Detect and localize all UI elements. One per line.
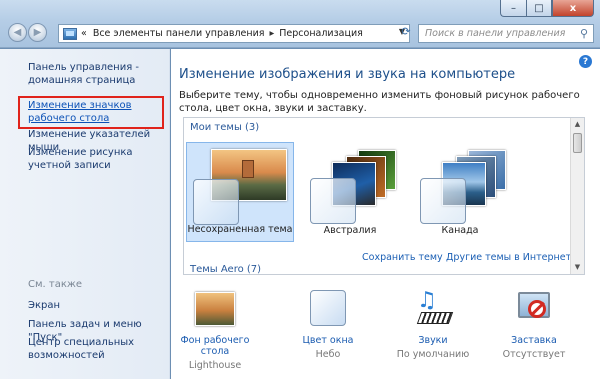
setting-name: Фон рабочего стола bbox=[180, 335, 250, 357]
setting-value: Небо bbox=[315, 349, 341, 360]
arrow-left-icon: ◀ bbox=[13, 27, 22, 38]
forward-button[interactable]: ▶ bbox=[28, 23, 47, 42]
control-panel-icon bbox=[63, 27, 77, 40]
theme-unsaved[interactable]: Несохраненная тема bbox=[186, 142, 294, 242]
setting-name: Звуки bbox=[418, 335, 448, 346]
left-pane: Панель управления - домашняя страница Из… bbox=[0, 49, 170, 379]
group-aero-themes[interactable]: Темы Aero (7) bbox=[190, 264, 261, 274]
back-button[interactable]: ◀ bbox=[8, 23, 27, 42]
scroll-up-icon[interactable]: ▲ bbox=[571, 118, 584, 131]
window-color-icon bbox=[306, 290, 350, 328]
page-title: Изменение изображения и звука на компьют… bbox=[179, 67, 516, 82]
theme-australia[interactable]: Австралия bbox=[296, 142, 404, 242]
sounds-setting[interactable]: ♫ Звуки По умолчанию bbox=[390, 290, 476, 361]
theme-label: Канада bbox=[441, 225, 479, 236]
search-placeholder: Поиск в панели управления bbox=[425, 28, 566, 39]
themes-scrollbar[interactable]: ▲ ▼ bbox=[570, 118, 584, 274]
sidebar-item-home[interactable]: Панель управления - домашняя страница bbox=[28, 61, 168, 87]
screensaver-setting[interactable]: Заставка Отсутствует bbox=[491, 290, 577, 360]
breadcrumb-root[interactable]: « bbox=[81, 28, 87, 39]
window-controls: – □ x bbox=[500, 0, 594, 18]
sidebar-item-desktop-icons[interactable]: Изменение значков рабочего стола bbox=[28, 99, 168, 125]
desktop-background-icon bbox=[193, 290, 237, 328]
sidebar-item-account-picture[interactable]: Изменение рисунка учетной записи bbox=[28, 146, 168, 172]
sounds-icon: ♫ bbox=[411, 290, 455, 328]
address-bar[interactable]: « Все элементы панели управления ▸ Персо… bbox=[58, 24, 410, 43]
theme-canada[interactable]: Канада bbox=[406, 142, 514, 242]
search-input[interactable]: Поиск в панели управления ⚲ bbox=[418, 24, 594, 43]
save-theme-link[interactable]: Сохранить тему bbox=[362, 252, 443, 263]
group-my-themes[interactable]: Мои темы (3) bbox=[190, 122, 259, 133]
screensaver-icon bbox=[512, 290, 556, 328]
breadcrumb-separator-icon[interactable]: ▸ bbox=[269, 28, 274, 39]
minimize-button[interactable]: – bbox=[500, 0, 526, 17]
theme-label: Несохраненная тема bbox=[187, 224, 293, 235]
page-description: Выберите тему, чтобы одновременно измени… bbox=[179, 90, 580, 114]
see-also-heading: См. также bbox=[28, 279, 83, 290]
refresh-icon[interactable]: ⟳ bbox=[398, 25, 414, 42]
maximize-button[interactable]: □ bbox=[526, 0, 552, 17]
themes-list[interactable]: Мои темы (3) Несохраненная тема Австрали… bbox=[183, 117, 585, 275]
window-color-swatch bbox=[310, 178, 356, 224]
window-color-swatch bbox=[420, 178, 466, 224]
close-button[interactable]: x bbox=[552, 0, 594, 17]
breadcrumb-all-items[interactable]: Все элементы панели управления bbox=[93, 28, 265, 39]
arrow-right-icon: ▶ bbox=[33, 27, 42, 38]
setting-name: Заставка bbox=[511, 335, 557, 346]
see-also-ease-of-access[interactable]: Центр специальных возможностей bbox=[28, 336, 168, 362]
theme-label: Австралия bbox=[323, 225, 377, 236]
search-icon[interactable]: ⚲ bbox=[580, 27, 588, 40]
setting-value: По умолчанию bbox=[396, 349, 470, 360]
main-pane: ? Изменение изображения и звука на компь… bbox=[171, 49, 600, 379]
desktop-background-setting[interactable]: Фон рабочего стола Lighthouse bbox=[172, 290, 258, 371]
setting-name: Цвет окна bbox=[302, 335, 354, 346]
breadcrumb-personalization[interactable]: Персонализация bbox=[279, 28, 363, 39]
help-icon[interactable]: ? bbox=[579, 55, 592, 68]
setting-value: Отсутствует bbox=[502, 349, 566, 360]
scroll-down-icon[interactable]: ▼ bbox=[571, 261, 584, 274]
window-color-swatch bbox=[193, 179, 239, 225]
online-themes-link[interactable]: Другие темы в Интернете bbox=[446, 252, 577, 263]
title-bar: – □ x ◀ ▶ « Все элементы панели управлен… bbox=[0, 0, 600, 48]
scroll-thumb[interactable] bbox=[573, 133, 582, 153]
see-also-display[interactable]: Экран bbox=[28, 299, 168, 312]
setting-value: Lighthouse bbox=[188, 360, 242, 371]
window-color-setting[interactable]: Цвет окна Небо bbox=[285, 290, 371, 360]
